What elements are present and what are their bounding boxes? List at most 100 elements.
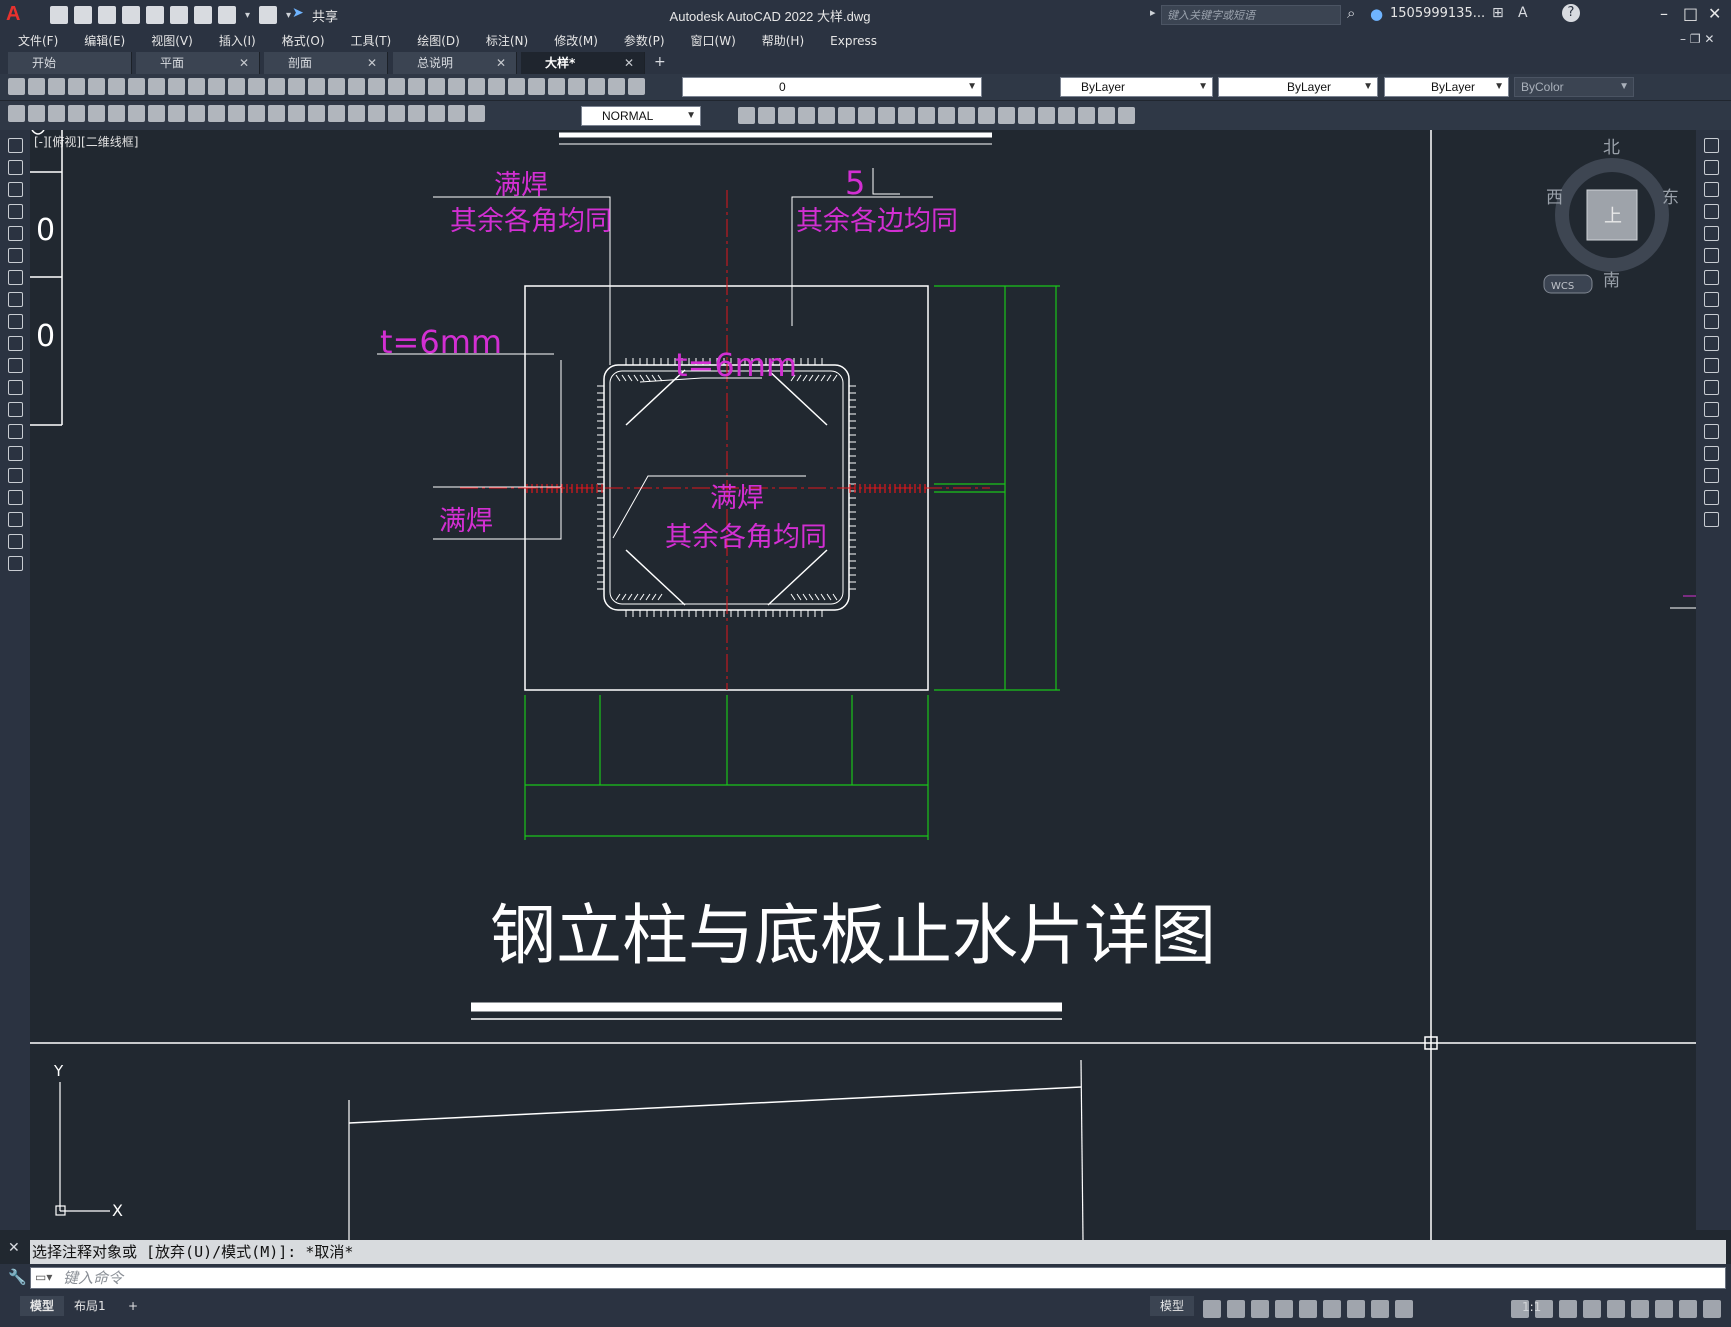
standard-tool-icon[interactable] — [248, 78, 265, 95]
viewcube-west[interactable]: 西 — [1546, 188, 1563, 208]
standard-tool-icon[interactable] — [308, 78, 325, 95]
menu-item[interactable]: 修改(M) — [536, 30, 598, 52]
vertical-tool-icon[interactable] — [1704, 358, 1719, 373]
file-tab[interactable]: 总说明 ✕ — [393, 52, 517, 74]
vertical-tool-icon[interactable] — [8, 402, 23, 417]
vertical-tool-icon[interactable] — [8, 490, 23, 505]
menu-item[interactable]: Express — [812, 30, 877, 52]
add-layout-button[interactable]: + — [118, 1296, 148, 1316]
file-tab[interactable]: 剖面 ✕ — [264, 52, 388, 74]
standard-tool-icon[interactable] — [228, 78, 245, 95]
status-toggle-icon[interactable] — [1347, 1300, 1365, 1318]
status-tool-icon[interactable] — [1679, 1300, 1697, 1318]
menu-item[interactable]: 插入(I) — [201, 30, 256, 52]
menu-item[interactable]: 编辑(E) — [66, 30, 125, 52]
standard-tool-icon[interactable] — [548, 78, 565, 95]
standard-tool-icon[interactable] — [628, 78, 645, 95]
vertical-tool-icon[interactable] — [1704, 468, 1719, 483]
dimension-tool-icon[interactable] — [268, 105, 285, 122]
command-prompt-icon[interactable]: ▭▾ — [35, 1270, 52, 1284]
modify-tool-icon[interactable] — [858, 107, 875, 124]
standard-tool-icon[interactable] — [108, 78, 125, 95]
dimension-tool-icon[interactable] — [248, 105, 265, 122]
standard-tool-icon[interactable] — [428, 78, 445, 95]
vertical-tool-icon[interactable] — [8, 512, 23, 527]
vertical-tool-icon[interactable] — [1704, 380, 1719, 395]
vertical-tool-icon[interactable] — [1704, 446, 1719, 461]
status-toggle-icon[interactable] — [1275, 1300, 1293, 1318]
modify-tool-icon[interactable] — [1118, 107, 1135, 124]
dimension-tool-icon[interactable] — [48, 105, 65, 122]
menu-item[interactable]: 文件(F) — [0, 30, 58, 52]
vertical-tool-icon[interactable] — [8, 138, 23, 153]
dimension-tool-icon[interactable] — [88, 105, 105, 122]
vertical-tool-icon[interactable] — [1704, 292, 1719, 307]
menu-item[interactable]: 参数(P) — [606, 30, 665, 52]
file-tab[interactable]: 开始 — [8, 52, 132, 74]
standard-tool-icon[interactable] — [168, 78, 185, 95]
modify-tool-icon[interactable] — [818, 107, 835, 124]
vertical-tool-icon[interactable] — [1704, 204, 1719, 219]
standard-tool-icon[interactable] — [508, 78, 525, 95]
search-icon[interactable]: ⌕ — [1347, 4, 1355, 22]
customize-wrench-icon[interactable]: 🔧 — [8, 1268, 27, 1286]
help-icon[interactable]: ? — [1562, 4, 1580, 22]
dimension-tool-icon[interactable] — [128, 105, 145, 122]
close-tab-icon[interactable]: ✕ — [239, 52, 249, 74]
status-tool-icon[interactable] — [1631, 1300, 1649, 1318]
maximize-icon[interactable]: □ — [1683, 4, 1698, 23]
close-tab-icon[interactable]: ✕ — [624, 52, 634, 74]
standard-tool-icon[interactable] — [408, 78, 425, 95]
vertical-tool-icon[interactable] — [8, 292, 23, 307]
vertical-tool-icon[interactable] — [8, 380, 23, 395]
vertical-tool-icon[interactable] — [8, 424, 23, 439]
modify-tool-icon[interactable] — [938, 107, 955, 124]
menu-item[interactable]: 标注(N) — [468, 30, 528, 52]
vertical-tool-icon[interactable] — [8, 358, 23, 373]
dimension-tool-icon[interactable] — [148, 105, 165, 122]
status-toggle-icon[interactable] — [1203, 1300, 1221, 1318]
close-command-icon[interactable]: ✕ — [8, 1240, 20, 1256]
vertical-tool-icon[interactable] — [8, 248, 23, 263]
vertical-tool-icon[interactable] — [8, 160, 23, 175]
modify-tool-icon[interactable] — [998, 107, 1015, 124]
dimension-tool-icon[interactable] — [208, 105, 225, 122]
vertical-tool-icon[interactable] — [1704, 490, 1719, 505]
dimension-tool-icon[interactable] — [28, 105, 45, 122]
cart-icon[interactable]: ⊞ — [1492, 5, 1504, 21]
close-tab-icon[interactable]: ✕ — [496, 52, 506, 74]
command-input[interactable] — [63, 1268, 1663, 1288]
modify-tool-icon[interactable] — [1018, 107, 1035, 124]
model-space-button[interactable]: 模型 — [1150, 1296, 1195, 1316]
ucs-menu[interactable]: WCS — [1551, 281, 1574, 292]
vertical-tool-icon[interactable] — [1704, 160, 1719, 175]
modify-tool-icon[interactable] — [1038, 107, 1055, 124]
viewcube-east[interactable]: 东 — [1662, 188, 1679, 208]
modify-tool-icon[interactable] — [798, 107, 815, 124]
dimension-tool-icon[interactable] — [348, 105, 365, 122]
tab-layout1[interactable]: 布局1 — [64, 1296, 116, 1316]
vertical-tool-icon[interactable] — [8, 468, 23, 483]
vertical-tool-icon[interactable] — [8, 226, 23, 241]
standard-tool-icon[interactable] — [8, 78, 25, 95]
layer-dropdown[interactable]: 0 ▼ — [682, 77, 982, 97]
standard-tool-icon[interactable] — [608, 78, 625, 95]
modify-tool-icon[interactable] — [1098, 107, 1115, 124]
vertical-tool-icon[interactable] — [1704, 248, 1719, 263]
standard-tool-icon[interactable] — [488, 78, 505, 95]
search-input[interactable]: 键入关键字或短语 — [1161, 5, 1341, 25]
dimension-tool-icon[interactable] — [388, 105, 405, 122]
vertical-tool-icon[interactable] — [1704, 226, 1719, 241]
dimension-tool-icon[interactable] — [328, 105, 345, 122]
linetype-dropdown[interactable]: ByLayer ▼ — [1218, 77, 1378, 97]
viewcube-south[interactable]: 南 — [1603, 271, 1620, 291]
lineweight-dropdown[interactable]: ByLayer ▼ — [1384, 77, 1509, 97]
standard-tool-icon[interactable] — [388, 78, 405, 95]
dimension-tool-icon[interactable] — [228, 105, 245, 122]
user-icon[interactable]: ● — [1370, 5, 1383, 23]
menu-item[interactable]: 视图(V) — [133, 30, 193, 52]
dimension-tool-icon[interactable] — [288, 105, 305, 122]
modify-tool-icon[interactable] — [738, 107, 755, 124]
vertical-tool-icon[interactable] — [8, 270, 23, 285]
vertical-tool-icon[interactable] — [1704, 336, 1719, 351]
